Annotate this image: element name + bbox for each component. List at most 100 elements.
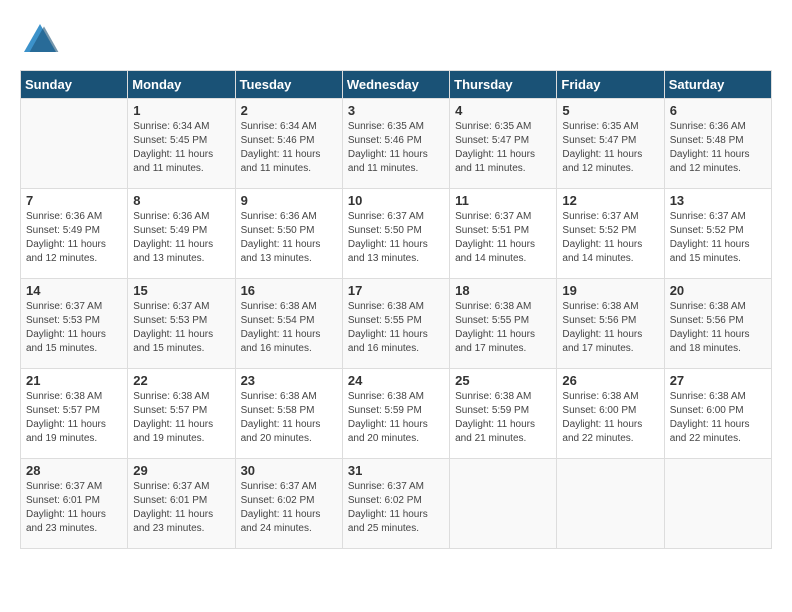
calendar-table: SundayMondayTuesdayWednesdayThursdayFrid… <box>20 70 772 549</box>
calendar-cell: 22 Sunrise: 6:38 AMSunset: 5:57 PMDaylig… <box>128 369 235 459</box>
calendar-cell: 4 Sunrise: 6:35 AMSunset: 5:47 PMDayligh… <box>450 99 557 189</box>
day-number: 16 <box>241 283 337 298</box>
day-number: 13 <box>670 193 766 208</box>
day-number: 10 <box>348 193 444 208</box>
day-info: Sunrise: 6:37 AMSunset: 6:01 PMDaylight:… <box>26 480 122 536</box>
day-info: Sunrise: 6:37 AMSunset: 5:51 PMDaylight:… <box>455 210 551 266</box>
day-number: 11 <box>455 193 551 208</box>
column-header-sunday: Sunday <box>21 71 128 99</box>
logo <box>20 20 66 60</box>
day-number: 6 <box>670 103 766 118</box>
day-number: 15 <box>133 283 229 298</box>
calendar-cell: 24 Sunrise: 6:38 AMSunset: 5:59 PMDaylig… <box>342 369 449 459</box>
day-info: Sunrise: 6:38 AMSunset: 6:00 PMDaylight:… <box>670 390 766 446</box>
day-info: Sunrise: 6:38 AMSunset: 5:57 PMDaylight:… <box>26 390 122 446</box>
day-number: 20 <box>670 283 766 298</box>
calendar-cell: 26 Sunrise: 6:38 AMSunset: 6:00 PMDaylig… <box>557 369 664 459</box>
calendar-cell: 13 Sunrise: 6:37 AMSunset: 5:52 PMDaylig… <box>664 189 771 279</box>
day-info: Sunrise: 6:38 AMSunset: 5:56 PMDaylight:… <box>670 300 766 356</box>
calendar-cell: 9 Sunrise: 6:36 AMSunset: 5:50 PMDayligh… <box>235 189 342 279</box>
day-number: 29 <box>133 463 229 478</box>
calendar-cell <box>664 459 771 549</box>
day-number: 31 <box>348 463 444 478</box>
day-info: Sunrise: 6:38 AMSunset: 5:58 PMDaylight:… <box>241 390 337 446</box>
column-header-wednesday: Wednesday <box>342 71 449 99</box>
calendar-cell: 18 Sunrise: 6:38 AMSunset: 5:55 PMDaylig… <box>450 279 557 369</box>
week-row-3: 14 Sunrise: 6:37 AMSunset: 5:53 PMDaylig… <box>21 279 772 369</box>
column-header-tuesday: Tuesday <box>235 71 342 99</box>
calendar-cell: 16 Sunrise: 6:38 AMSunset: 5:54 PMDaylig… <box>235 279 342 369</box>
page-header <box>20 20 772 60</box>
day-info: Sunrise: 6:36 AMSunset: 5:48 PMDaylight:… <box>670 120 766 176</box>
day-number: 27 <box>670 373 766 388</box>
calendar-cell: 10 Sunrise: 6:37 AMSunset: 5:50 PMDaylig… <box>342 189 449 279</box>
calendar-cell: 2 Sunrise: 6:34 AMSunset: 5:46 PMDayligh… <box>235 99 342 189</box>
day-info: Sunrise: 6:36 AMSunset: 5:50 PMDaylight:… <box>241 210 337 266</box>
calendar-cell: 12 Sunrise: 6:37 AMSunset: 5:52 PMDaylig… <box>557 189 664 279</box>
day-info: Sunrise: 6:36 AMSunset: 5:49 PMDaylight:… <box>26 210 122 266</box>
day-info: Sunrise: 6:37 AMSunset: 5:50 PMDaylight:… <box>348 210 444 266</box>
column-header-saturday: Saturday <box>664 71 771 99</box>
day-info: Sunrise: 6:37 AMSunset: 6:02 PMDaylight:… <box>348 480 444 536</box>
day-info: Sunrise: 6:35 AMSunset: 5:46 PMDaylight:… <box>348 120 444 176</box>
header-row: SundayMondayTuesdayWednesdayThursdayFrid… <box>21 71 772 99</box>
day-info: Sunrise: 6:38 AMSunset: 5:55 PMDaylight:… <box>348 300 444 356</box>
calendar-cell <box>557 459 664 549</box>
day-number: 1 <box>133 103 229 118</box>
day-info: Sunrise: 6:37 AMSunset: 6:01 PMDaylight:… <box>133 480 229 536</box>
day-info: Sunrise: 6:34 AMSunset: 5:46 PMDaylight:… <box>241 120 337 176</box>
calendar-cell: 5 Sunrise: 6:35 AMSunset: 5:47 PMDayligh… <box>557 99 664 189</box>
logo-icon <box>20 20 60 60</box>
calendar-cell: 6 Sunrise: 6:36 AMSunset: 5:48 PMDayligh… <box>664 99 771 189</box>
day-info: Sunrise: 6:35 AMSunset: 5:47 PMDaylight:… <box>455 120 551 176</box>
day-info: Sunrise: 6:38 AMSunset: 5:59 PMDaylight:… <box>348 390 444 446</box>
day-number: 4 <box>455 103 551 118</box>
column-header-friday: Friday <box>557 71 664 99</box>
calendar-cell: 27 Sunrise: 6:38 AMSunset: 6:00 PMDaylig… <box>664 369 771 459</box>
calendar-cell: 11 Sunrise: 6:37 AMSunset: 5:51 PMDaylig… <box>450 189 557 279</box>
day-number: 24 <box>348 373 444 388</box>
day-info: Sunrise: 6:38 AMSunset: 5:56 PMDaylight:… <box>562 300 658 356</box>
day-number: 14 <box>26 283 122 298</box>
day-number: 12 <box>562 193 658 208</box>
column-header-monday: Monday <box>128 71 235 99</box>
day-number: 21 <box>26 373 122 388</box>
day-info: Sunrise: 6:37 AMSunset: 5:52 PMDaylight:… <box>562 210 658 266</box>
week-row-5: 28 Sunrise: 6:37 AMSunset: 6:01 PMDaylig… <box>21 459 772 549</box>
calendar-cell <box>21 99 128 189</box>
day-info: Sunrise: 6:37 AMSunset: 6:02 PMDaylight:… <box>241 480 337 536</box>
day-info: Sunrise: 6:34 AMSunset: 5:45 PMDaylight:… <box>133 120 229 176</box>
day-info: Sunrise: 6:37 AMSunset: 5:52 PMDaylight:… <box>670 210 766 266</box>
day-info: Sunrise: 6:35 AMSunset: 5:47 PMDaylight:… <box>562 120 658 176</box>
week-row-2: 7 Sunrise: 6:36 AMSunset: 5:49 PMDayligh… <box>21 189 772 279</box>
calendar-cell: 7 Sunrise: 6:36 AMSunset: 5:49 PMDayligh… <box>21 189 128 279</box>
day-number: 9 <box>241 193 337 208</box>
calendar-cell: 17 Sunrise: 6:38 AMSunset: 5:55 PMDaylig… <box>342 279 449 369</box>
day-number: 2 <box>241 103 337 118</box>
day-number: 17 <box>348 283 444 298</box>
week-row-4: 21 Sunrise: 6:38 AMSunset: 5:57 PMDaylig… <box>21 369 772 459</box>
calendar-cell: 19 Sunrise: 6:38 AMSunset: 5:56 PMDaylig… <box>557 279 664 369</box>
calendar-cell: 28 Sunrise: 6:37 AMSunset: 6:01 PMDaylig… <box>21 459 128 549</box>
day-info: Sunrise: 6:38 AMSunset: 5:57 PMDaylight:… <box>133 390 229 446</box>
day-number: 30 <box>241 463 337 478</box>
column-header-thursday: Thursday <box>450 71 557 99</box>
day-number: 22 <box>133 373 229 388</box>
day-number: 8 <box>133 193 229 208</box>
calendar-cell: 30 Sunrise: 6:37 AMSunset: 6:02 PMDaylig… <box>235 459 342 549</box>
calendar-cell: 23 Sunrise: 6:38 AMSunset: 5:58 PMDaylig… <box>235 369 342 459</box>
calendar-cell: 25 Sunrise: 6:38 AMSunset: 5:59 PMDaylig… <box>450 369 557 459</box>
calendar-cell: 8 Sunrise: 6:36 AMSunset: 5:49 PMDayligh… <box>128 189 235 279</box>
calendar-cell: 21 Sunrise: 6:38 AMSunset: 5:57 PMDaylig… <box>21 369 128 459</box>
day-info: Sunrise: 6:38 AMSunset: 6:00 PMDaylight:… <box>562 390 658 446</box>
calendar-cell: 31 Sunrise: 6:37 AMSunset: 6:02 PMDaylig… <box>342 459 449 549</box>
calendar-cell: 1 Sunrise: 6:34 AMSunset: 5:45 PMDayligh… <box>128 99 235 189</box>
day-number: 5 <box>562 103 658 118</box>
day-number: 7 <box>26 193 122 208</box>
week-row-1: 1 Sunrise: 6:34 AMSunset: 5:45 PMDayligh… <box>21 99 772 189</box>
day-number: 28 <box>26 463 122 478</box>
calendar-cell: 15 Sunrise: 6:37 AMSunset: 5:53 PMDaylig… <box>128 279 235 369</box>
calendar-cell: 29 Sunrise: 6:37 AMSunset: 6:01 PMDaylig… <box>128 459 235 549</box>
day-info: Sunrise: 6:38 AMSunset: 5:55 PMDaylight:… <box>455 300 551 356</box>
day-number: 19 <box>562 283 658 298</box>
